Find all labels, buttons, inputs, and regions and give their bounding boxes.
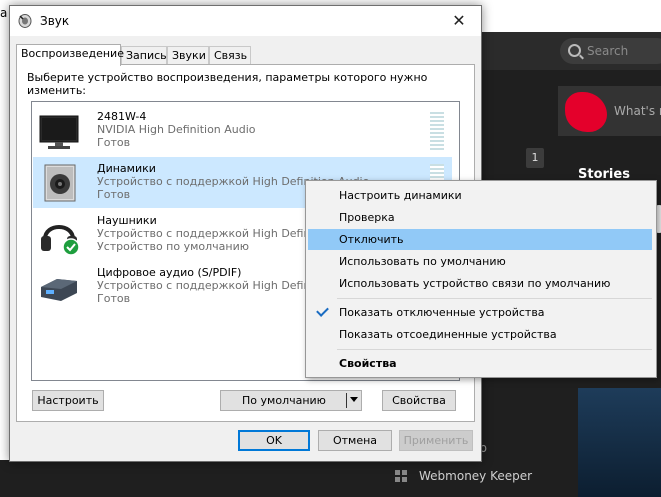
device-name: Цифровое аудио (S/PDIF) bbox=[97, 266, 242, 279]
menu-item-show-disconnected[interactable]: Показать отсоединенные устройства bbox=[308, 324, 652, 345]
device-state: Устройство по умолчанию bbox=[97, 240, 250, 253]
menu-separator bbox=[337, 298, 652, 299]
device-description: Устройство с поддержкой High Definiti bbox=[97, 279, 321, 292]
properties-button[interactable]: Свойства bbox=[382, 390, 456, 411]
background-text-fragment: a bbox=[0, 6, 8, 20]
menu-separator bbox=[337, 349, 652, 350]
menu-item-label: Отключить bbox=[339, 233, 404, 246]
menu-item-configure-speakers[interactable]: Настроить динамики bbox=[308, 185, 652, 206]
search-icon bbox=[568, 44, 581, 57]
set-default-label: По умолчанию bbox=[242, 394, 326, 407]
device-item-2481w-4[interactable]: 2481W-4 NVIDIA High Definition Audio Гот… bbox=[33, 105, 452, 156]
app-grid-icon bbox=[395, 470, 407, 482]
menu-item-set-default-communication[interactable]: Использовать устройство связи по умолчан… bbox=[308, 273, 652, 294]
close-icon: ✕ bbox=[452, 11, 466, 30]
device-name: Динамики bbox=[97, 162, 156, 175]
background-search-input[interactable]: Search bbox=[560, 38, 661, 64]
instructions-text: Выберите устройство воспроизведения, пар… bbox=[27, 71, 428, 97]
apply-button[interactable]: Применить bbox=[399, 430, 473, 451]
split-divider bbox=[346, 393, 347, 408]
menu-item-properties[interactable]: Свойства bbox=[308, 353, 652, 374]
window-title: Звук bbox=[40, 14, 70, 28]
device-context-menu: Настроить динамики Проверка Отключить Ис… bbox=[305, 180, 657, 378]
volume-meter bbox=[430, 112, 444, 152]
device-state: Готов bbox=[97, 292, 131, 305]
menu-item-label: Использовать по умолчанию bbox=[339, 255, 506, 268]
ok-button[interactable]: OK bbox=[238, 430, 310, 451]
device-description: Устройство с поддержкой High Definiti bbox=[97, 227, 321, 240]
monitor-icon bbox=[39, 115, 79, 149]
cancel-button[interactable]: Отмена bbox=[318, 430, 392, 451]
menu-item-disable[interactable]: Отключить bbox=[308, 229, 652, 250]
whats-new-text: What's n bbox=[614, 104, 661, 118]
search-placeholder: Search bbox=[587, 44, 629, 58]
tab-sounds[interactable]: Звуки bbox=[167, 46, 209, 64]
spdif-icon bbox=[41, 279, 77, 301]
set-default-split-button[interactable]: По умолчанию bbox=[220, 390, 362, 411]
webmoney-keeper-item[interactable]: Webmoney Keeper bbox=[395, 469, 532, 483]
chevron-down-icon[interactable] bbox=[350, 397, 358, 402]
device-state: Готов bbox=[97, 188, 131, 201]
menu-item-label: Свойства bbox=[339, 357, 397, 370]
menu-item-label: Показать отключенные устройства bbox=[339, 306, 545, 319]
notification-badge[interactable]: 1 bbox=[526, 148, 544, 168]
title-bar[interactable]: Звук ✕ bbox=[10, 6, 481, 36]
headphones-icon bbox=[41, 225, 80, 255]
menu-item-label: Проверка bbox=[339, 211, 395, 224]
configure-button[interactable]: Настроить bbox=[32, 390, 104, 411]
menu-item-set-default[interactable]: Использовать по умолчанию bbox=[308, 251, 652, 272]
tab-communications[interactable]: Связь bbox=[209, 46, 251, 64]
device-name: Наушники bbox=[97, 214, 157, 227]
device-description: NVIDIA High Definition Audio bbox=[97, 123, 256, 136]
device-name: 2481W-4 bbox=[97, 110, 147, 123]
device-state: Готов bbox=[97, 136, 131, 149]
speaker-title-icon bbox=[18, 14, 32, 28]
close-button[interactable]: ✕ bbox=[437, 6, 481, 36]
menu-item-label: Показать отсоединенные устройства bbox=[339, 328, 557, 341]
tab-recording[interactable]: Запись bbox=[121, 46, 167, 64]
menu-item-label: Настроить динамики bbox=[339, 189, 462, 202]
checkmark-icon bbox=[316, 304, 329, 317]
menu-item-label: Использовать устройство связи по умолчан… bbox=[339, 277, 611, 290]
tab-playback[interactable]: Воспроизведение bbox=[16, 44, 124, 66]
webmoney-keeper-label: Webmoney Keeper bbox=[419, 469, 533, 483]
speaker-icon bbox=[44, 164, 76, 202]
background-image bbox=[578, 388, 661, 497]
menu-item-show-disabled[interactable]: Показать отключенные устройства bbox=[308, 302, 652, 323]
menu-item-test[interactable]: Проверка bbox=[308, 207, 652, 228]
background-bottom bbox=[0, 460, 661, 497]
